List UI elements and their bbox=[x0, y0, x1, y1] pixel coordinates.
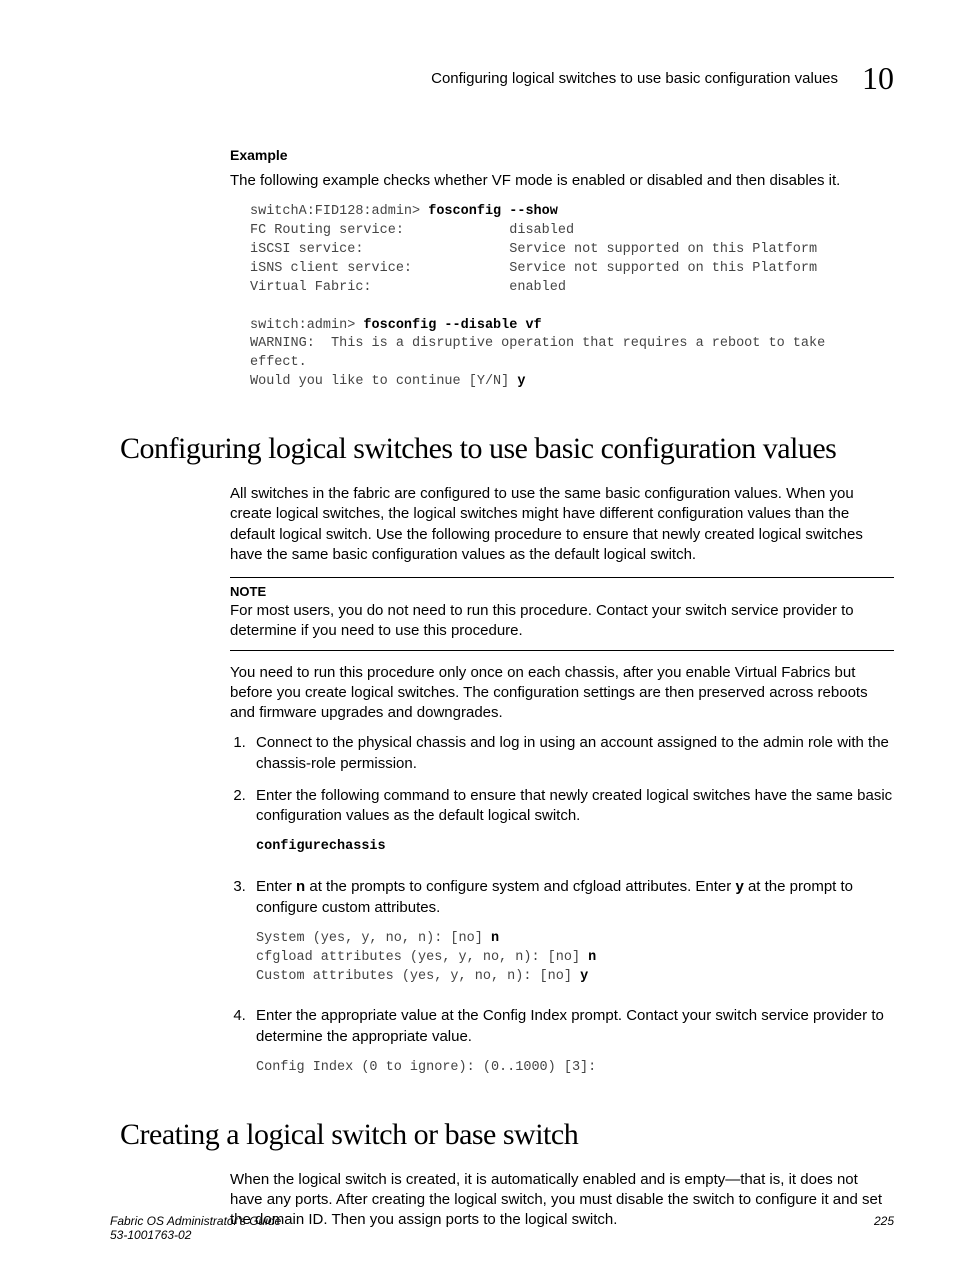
header-title: Configuring logical switches to use basi… bbox=[431, 70, 838, 87]
note-label: NOTE bbox=[230, 584, 894, 599]
paragraph: You need to run this procedure only once… bbox=[230, 663, 894, 724]
code-input: y bbox=[517, 374, 525, 389]
footer-page-number: 225 bbox=[874, 1214, 894, 1243]
step-text: Enter the following command to ensure th… bbox=[256, 787, 892, 824]
step-4: Enter the appropriate value at the Confi… bbox=[250, 1006, 894, 1077]
note-text: For most users, you do not need to run t… bbox=[230, 601, 894, 642]
keypress: n bbox=[296, 878, 305, 895]
code-block: Config Index (0 to ignore): (0..1000) [3… bbox=[256, 1059, 894, 1078]
footer-doc-title: Fabric OS Administrator's Guide bbox=[110, 1214, 281, 1228]
keypress: y bbox=[735, 878, 743, 895]
step-text: Connect to the physical chassis and log … bbox=[256, 734, 889, 771]
code-command: configurechassis bbox=[256, 839, 386, 854]
code-command: fosconfig --disable vf bbox=[363, 318, 541, 333]
note-box: NOTE For most users, you do not need to … bbox=[230, 577, 894, 651]
procedure-steps: Connect to the physical chassis and log … bbox=[230, 733, 894, 1077]
step-text: Enter the appropriate value at the Confi… bbox=[256, 1007, 884, 1044]
code-prompt: switch:admin> bbox=[250, 318, 363, 333]
section-1-body: All switches in the fabric are configure… bbox=[230, 484, 894, 1078]
section-heading-configuring: Configuring logical switches to use basi… bbox=[120, 432, 894, 466]
code-output: FC Routing service: disabled iSCSI servi… bbox=[250, 223, 817, 295]
step-1: Connect to the physical chassis and log … bbox=[250, 733, 894, 774]
code-command: fosconfig --show bbox=[428, 204, 558, 219]
page-footer: Fabric OS Administrator's Guide 53-10017… bbox=[110, 1214, 894, 1243]
section-heading-creating: Creating a logical switch or base switch bbox=[120, 1118, 894, 1152]
code-block: System (yes, y, no, n): [no] n cfgload a… bbox=[256, 930, 894, 987]
code-block-1: switchA:FID128:admin> fosconfig --show F… bbox=[250, 203, 894, 392]
step-text: Enter bbox=[256, 878, 296, 895]
footer-doc-number: 53-1001763-02 bbox=[110, 1228, 281, 1242]
footer-left: Fabric OS Administrator's Guide 53-10017… bbox=[110, 1214, 281, 1243]
code-input: y bbox=[580, 969, 588, 984]
chapter-number: 10 bbox=[862, 60, 894, 97]
code-block: configurechassis bbox=[256, 838, 894, 857]
example-label: Example bbox=[230, 147, 894, 163]
example-intro: The following example checks whether VF … bbox=[230, 171, 894, 191]
code-output: WARNING: This is a disruptive operation … bbox=[250, 336, 833, 389]
step-3: Enter n at the prompts to configure syst… bbox=[250, 877, 894, 986]
code-output: cfgload attributes (yes, y, no, n): [no] bbox=[256, 950, 588, 965]
paragraph: All switches in the fabric are configure… bbox=[230, 484, 894, 565]
step-2: Enter the following command to ensure th… bbox=[250, 786, 894, 857]
code-input: n bbox=[491, 931, 499, 946]
code-output: System (yes, y, no, n): [no] bbox=[256, 931, 491, 946]
code-input: n bbox=[588, 950, 596, 965]
code-output: Custom attributes (yes, y, no, n): [no] bbox=[256, 969, 580, 984]
step-text: at the prompts to configure system and c… bbox=[305, 878, 735, 895]
code-output: Config Index (0 to ignore): (0..1000) [3… bbox=[256, 1060, 596, 1075]
code-prompt: switchA:FID128:admin> bbox=[250, 204, 428, 219]
document-page: Configuring logical switches to use basi… bbox=[0, 0, 954, 1279]
example-block: Example The following example checks whe… bbox=[230, 147, 894, 392]
page-header: Configuring logical switches to use basi… bbox=[120, 60, 894, 97]
